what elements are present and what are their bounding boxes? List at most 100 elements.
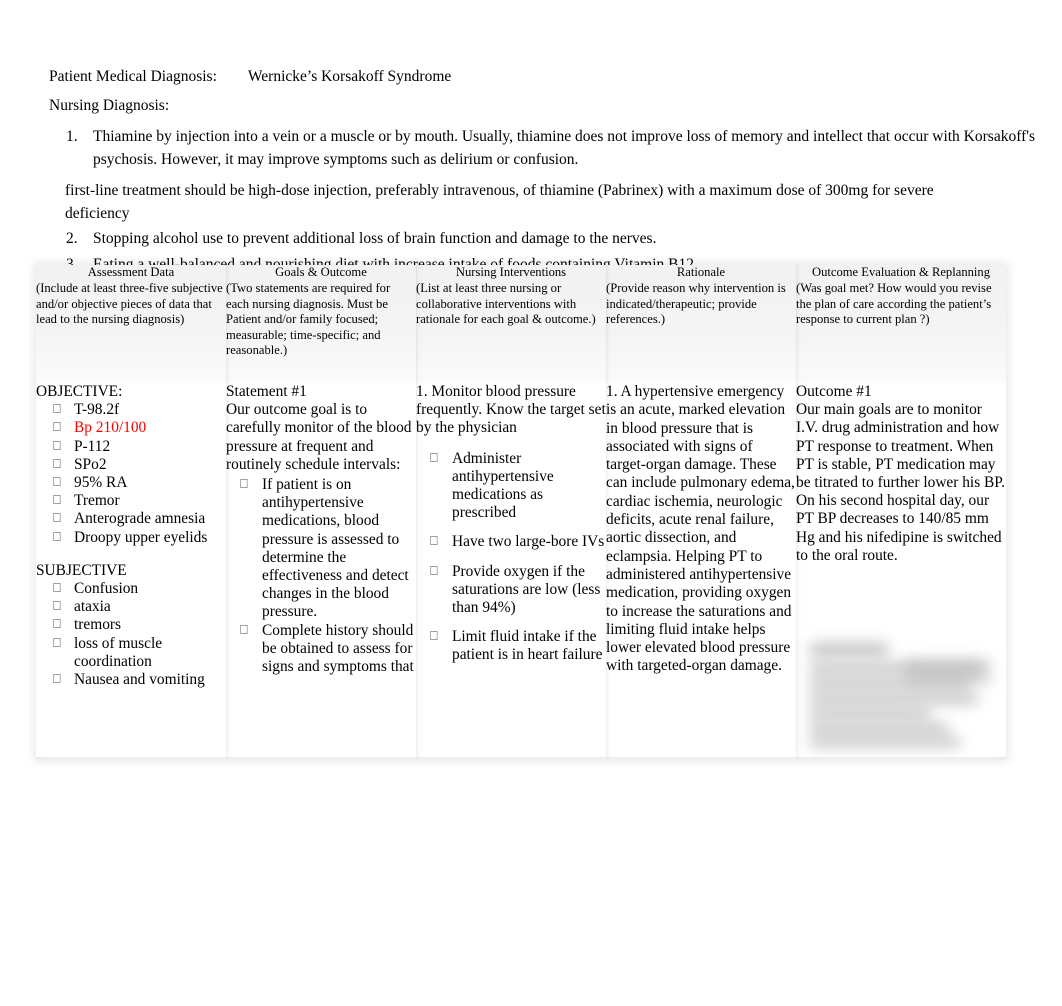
column-header-subtitle: (List at least three nursing or collabor…: [416, 281, 596, 327]
column-header-assessment-data: Assessment Data (Include at least three-…: [36, 265, 226, 383]
list-item-text: tremors: [74, 616, 122, 634]
column-header-outcome-evaluation: Outcome Evaluation & Replanning (Was goa…: [796, 265, 1006, 383]
column-header-subtitle: (Provide reason why intervention is indi…: [606, 281, 786, 327]
list-item: ⎕ T-98.2f: [36, 401, 226, 419]
column-header-title: Rationale: [676, 265, 726, 279]
table-header-row: Assessment Data (Include at least three-…: [36, 265, 1006, 383]
list-item-text: Limit fluid intake if the patient is in …: [452, 628, 603, 664]
list-item-number: 2.: [66, 230, 78, 247]
list-item: ⎕ Have two large-bore IVs: [416, 533, 606, 551]
tofu-bullet-icon: ⎕: [53, 456, 61, 472]
column-header-rationale: Rationale (Provide reason why interventi…: [606, 265, 796, 383]
list-item: ⎕ Administer antihypertensive medications…: [416, 450, 606, 523]
list-item-text: ataxia: [74, 598, 111, 616]
cell-goals-outcome: Statement #1 Our outcome goal is to care…: [226, 383, 416, 757]
tofu-bullet-icon: ⎕: [53, 672, 61, 688]
column-header-title: Goals & Outcome: [275, 265, 367, 279]
list-item-text: P-112: [74, 437, 111, 455]
list-item-text: Confusion: [74, 580, 139, 598]
tofu-bullet-icon: ⎕: [53, 420, 61, 436]
list-item: ⎕ P-112: [36, 438, 226, 456]
tofu-bullet-icon: ⎕: [430, 450, 438, 466]
cell-nursing-interventions: 1. Monitor blood pressure frequently. Kn…: [416, 383, 606, 757]
tofu-bullet-icon: ⎕: [53, 475, 61, 491]
care-plan-table: Assessment Data (Include at least three-…: [36, 265, 1006, 757]
tofu-bullet-icon: ⎕: [430, 629, 438, 645]
tofu-bullet-icon: ⎕: [53, 581, 61, 597]
column-header-goals-outcome: Goals & Outcome (Two statements are requ…: [226, 265, 416, 383]
list-item: ⎕ loss of muscle coordination: [36, 635, 226, 671]
list-item-text: Anterograde amnesia: [74, 510, 206, 528]
rationale-body-text: 1. A hypertensive emergency is an acute,…: [606, 383, 795, 675]
list-item-text: If patient is on antihypertensive medica…: [262, 476, 409, 621]
tofu-bullet-icon: ⎕: [53, 438, 61, 454]
list-item: ⎕ Tremor: [36, 492, 226, 510]
goal-bullet-list: ⎕ If patient is on antihypertensive medic…: [226, 476, 416, 676]
list-item-text: 95% RA: [74, 474, 128, 492]
list-item: ⎕ If patient is on antihypertensive medic…: [226, 476, 416, 622]
tofu-bullet-icon: ⎕: [53, 599, 61, 615]
tofu-bullet-icon: ⎕: [53, 529, 61, 545]
cell-assessment-data: OBJECTIVE: ⎕ T-98.2f ⎕ Bp 210/100 ⎕ P-112 ⎕…: [36, 383, 226, 757]
list-item-text: Nausea and vomiting: [74, 671, 205, 689]
list-item: ⎕ tremors: [36, 616, 226, 634]
tofu-bullet-icon: ⎕: [430, 563, 438, 579]
column-header-nursing-interventions: Nursing Interventions (List at least thr…: [416, 265, 606, 383]
column-header-title: Assessment Data: [87, 265, 175, 279]
tofu-bullet-icon: ⎕: [53, 402, 61, 418]
table-body: OBJECTIVE: ⎕ T-98.2f ⎕ Bp 210/100 ⎕ P-112 ⎕…: [36, 383, 1006, 757]
list-item-text: Bp 210/100: [74, 419, 147, 437]
list-item: ⎕ Confusion: [36, 580, 226, 598]
list-item-text: Stopping alcohol use to prevent addition…: [93, 230, 657, 247]
outcome-body-text: Our main goals are to monitor I.V. drug …: [796, 401, 1006, 564]
list-item-text: Thiamine by injection into a vein or a m…: [93, 128, 1036, 168]
list-item: ⎕ Provide oxygen if the saturations are l…: [416, 563, 606, 618]
column-header-title: Outcome Evaluation & Replanning: [811, 265, 991, 279]
list-item: ⎕ Limit fluid intake if the patient is in…: [416, 628, 606, 664]
statement-label: Statement #1: [226, 383, 307, 400]
objective-list: ⎕ T-98.2f ⎕ Bp 210/100 ⎕ P-112 ⎕ SPo2 ⎕ 95% R…: [36, 401, 226, 547]
objective-label: OBJECTIVE:: [36, 383, 123, 400]
nursing-diagnosis-list: 1. Thiamine by injection into a vein or a…: [49, 126, 1035, 171]
table-row: OBJECTIVE: ⎕ T-98.2f ⎕ Bp 210/100 ⎕ P-112 ⎕…: [36, 383, 1006, 757]
list-item-text: Have two large-bore IVs: [452, 533, 605, 551]
list-item: ⎕ Complete history should be obtained to …: [226, 622, 416, 677]
list-item-text: T-98.2f: [74, 401, 120, 419]
list-item-text: Complete history should be obtained to a…: [262, 621, 414, 676]
first-line-treatment-paragraph: first-line treatment should be high-dose…: [65, 182, 934, 222]
subjective-list: ⎕ Confusion ⎕ ataxia ⎕ tremors ⎕ loss of mus…: [36, 580, 226, 689]
tofu-bullet-icon: ⎕: [240, 477, 248, 493]
list-item-text: Administer antihypertensive medications …: [452, 449, 554, 522]
document-header: Patient Medical Diagnosis: Wernicke’s Kor…: [49, 62, 1035, 276]
medical-diagnosis-line: Patient Medical Diagnosis: Wernicke’s Kor…: [49, 62, 1014, 91]
care-plan-table-container: Assessment Data (Include at least three-…: [36, 265, 1006, 759]
tofu-bullet-icon: ⎕: [53, 635, 61, 651]
list-item: 1. Thiamine by injection into a vein or a…: [49, 126, 1041, 171]
goal-body-text: Our outcome goal is to carefully monitor…: [226, 401, 412, 473]
column-header-title: Nursing Interventions: [455, 265, 567, 279]
tofu-bullet-icon: ⎕: [53, 493, 61, 509]
medical-diagnosis-label: Patient Medical Diagnosis:: [49, 68, 217, 85]
list-item: ⎕ Nausea and vomiting: [36, 671, 226, 689]
list-item-text: Tremor: [74, 492, 120, 510]
column-header-subtitle: (Include at least three-five subjective …: [36, 281, 223, 327]
list-item: ⎕ Droopy upper eyelids: [36, 529, 226, 547]
intervention-body-text: 1. Monitor blood pressure frequently. Kn…: [416, 383, 606, 437]
nursing-diagnosis-label: Nursing Diagnosis:: [49, 97, 170, 114]
cell-outcome-evaluation: Outcome #1 Our main goals are to monitor…: [796, 383, 1006, 757]
list-item-number: 1.: [66, 128, 78, 145]
list-item: ⎕ Bp 210/100: [36, 419, 226, 437]
list-item: 2. Stopping alcohol use to prevent additi…: [49, 228, 1014, 251]
column-header-subtitle: (Two statements are required for each nu…: [226, 281, 391, 358]
tofu-bullet-icon: ⎕: [430, 534, 438, 550]
document-page: Patient Medical Diagnosis: Wernicke’s Kor…: [0, 0, 1062, 1006]
tofu-bullet-icon: ⎕: [240, 622, 248, 638]
list-item: ⎕ Anterograde amnesia: [36, 510, 226, 528]
list-item: ⎕ 95% RA: [36, 474, 226, 492]
redacted-text-block: [808, 641, 990, 749]
cell-rationale: 1. A hypertensive emergency is an acute,…: [606, 383, 796, 757]
medical-diagnosis-value: Wernicke’s Korsakoff Syndrome: [247, 68, 452, 85]
tofu-bullet-icon: ⎕: [53, 511, 61, 527]
list-item-text: Provide oxygen if the saturations are lo…: [452, 562, 601, 617]
list-item: ⎕ ataxia: [36, 598, 226, 616]
